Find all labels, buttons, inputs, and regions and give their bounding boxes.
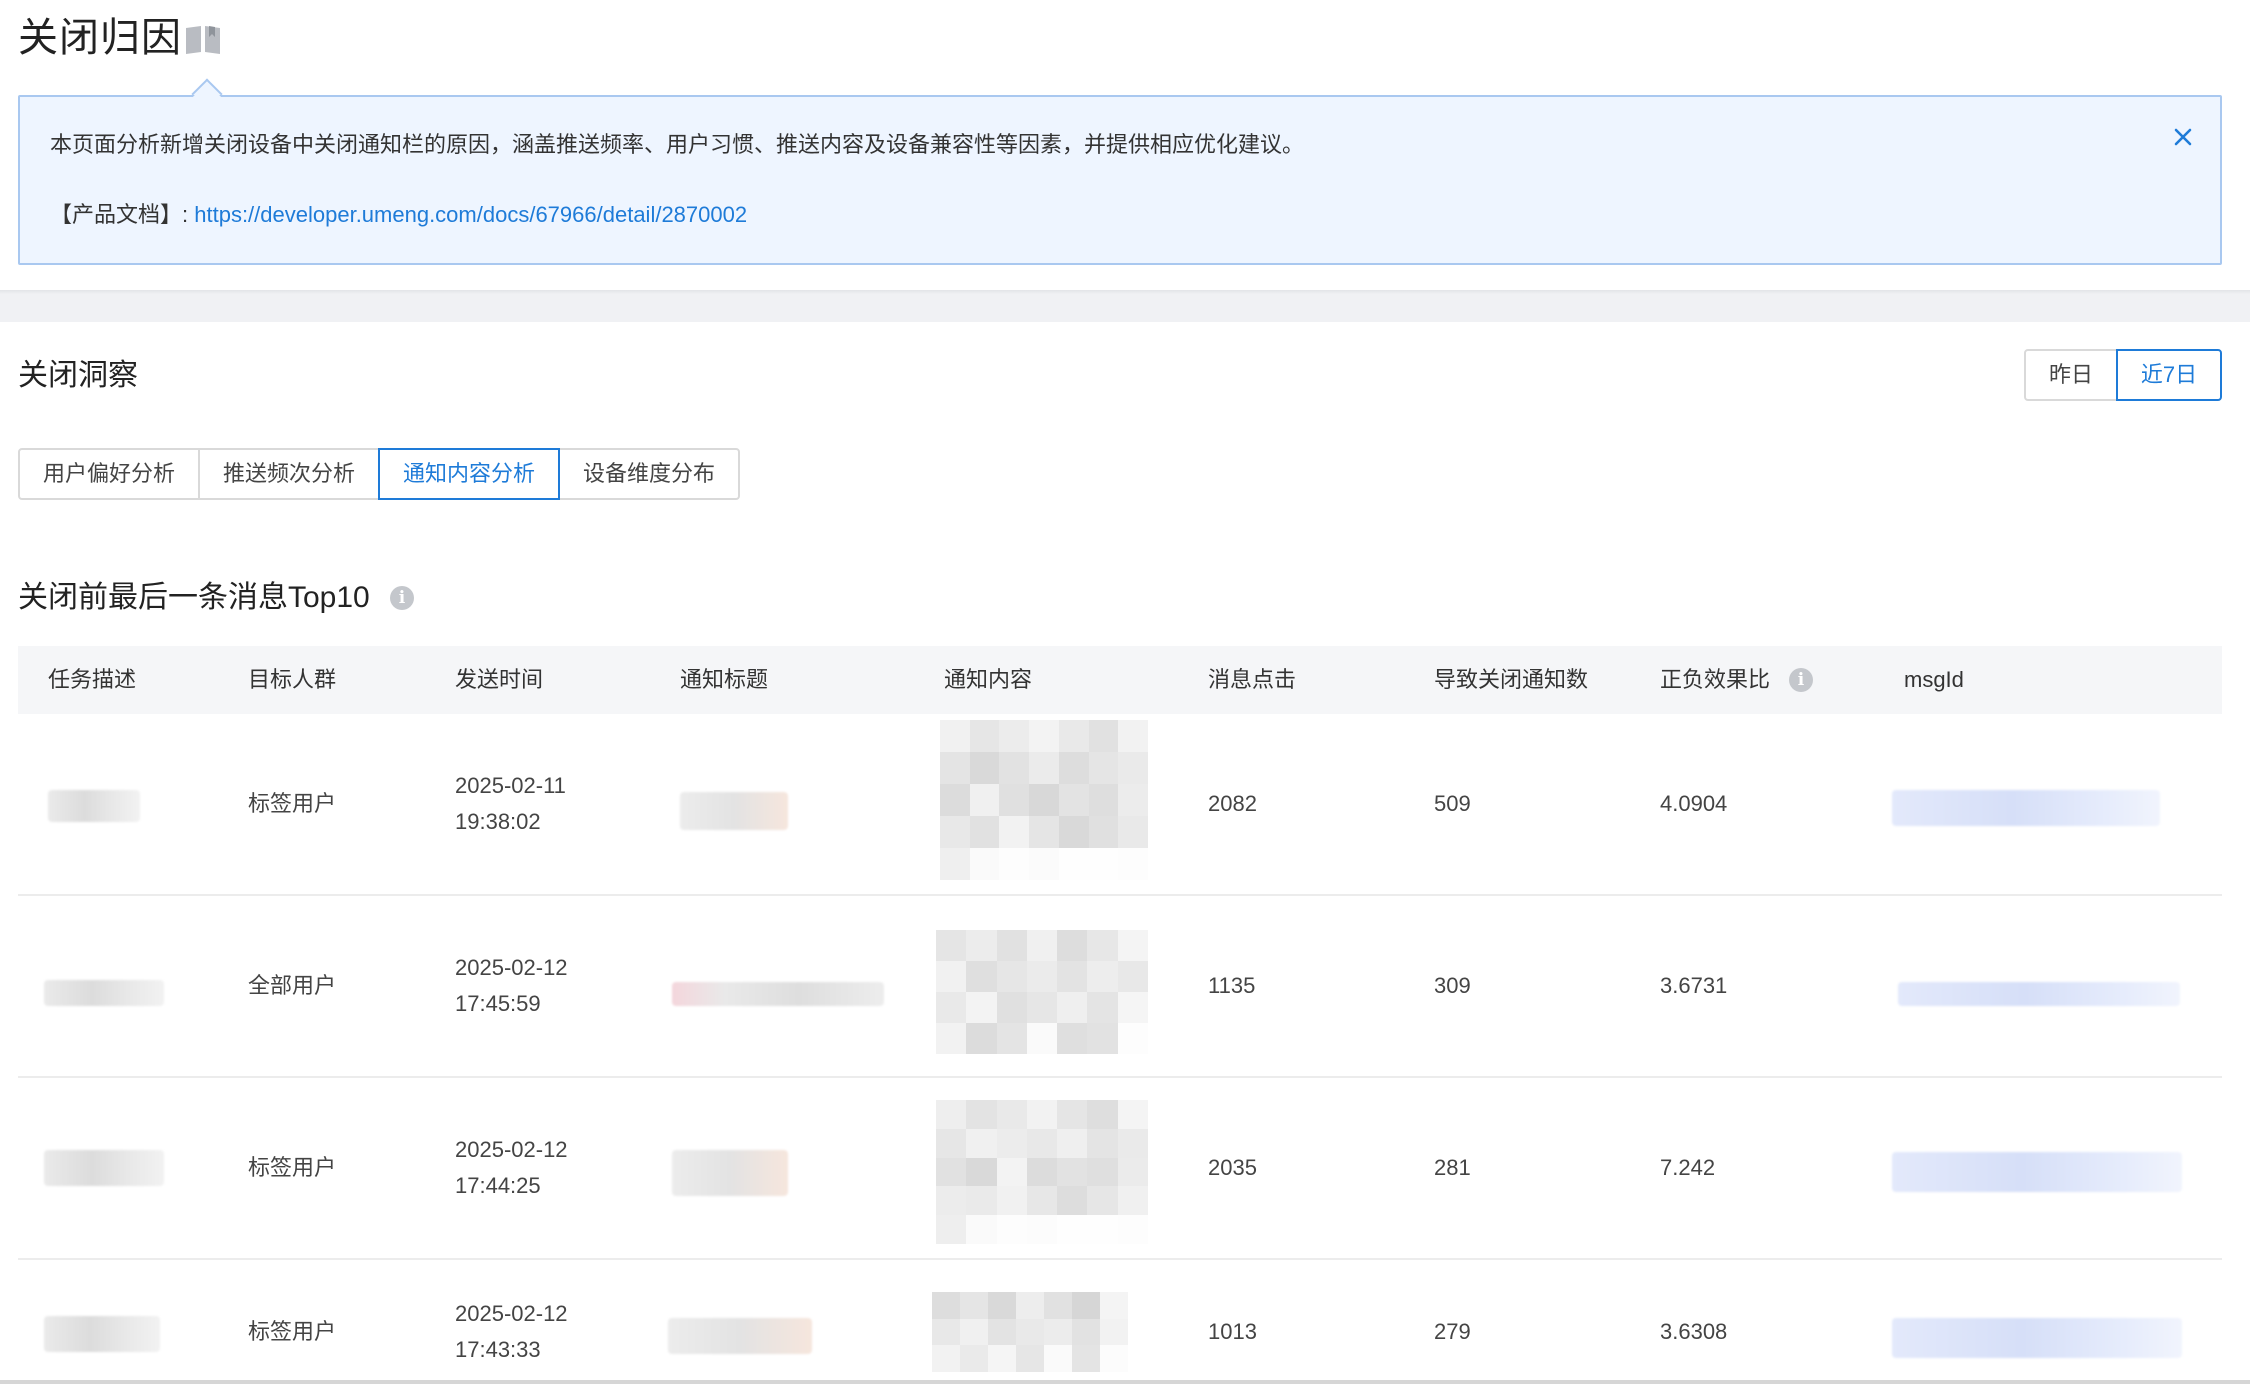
col-closes: 导致关闭通知数 — [1434, 667, 1589, 692]
tab-device-distribution[interactable]: 设备维度分布 — [558, 448, 741, 500]
task-desc-redacted — [44, 1150, 164, 1186]
audience-cell: 标签用户 — [248, 1319, 337, 1344]
ratio-cell: 7.242 — [1660, 1155, 1716, 1180]
ratio-info-icon[interactable]: i — [1789, 668, 1813, 692]
range-7days-button[interactable]: 近7日 — [2116, 349, 2222, 401]
tab-notification-content[interactable]: 通知内容分析 — [378, 448, 561, 500]
doc-label: 【产品文档】: — [50, 202, 189, 227]
notice-banner — [18, 95, 2222, 265]
doc-link[interactable]: https://developer.umeng.com/docs/67966/d… — [194, 202, 747, 227]
range-yesterday-button[interactable]: 昨日 — [2024, 349, 2118, 401]
closes-cell: 509 — [1434, 791, 1471, 816]
task-desc-redacted — [44, 980, 164, 1006]
analysis-tabs: 用户偏好分析 推送频次分析 通知内容分析 设备维度分布 — [18, 448, 741, 500]
section-title: 关闭洞察 — [18, 359, 138, 392]
clicks-cell: 1135 — [1208, 973, 1256, 998]
col-notif-content: 通知内容 — [944, 667, 1033, 692]
info-icon[interactable]: i — [390, 586, 414, 610]
msgid-link-redacted[interactable] — [1892, 1318, 2182, 1358]
col-msgid: msgId — [1904, 667, 1964, 692]
notif-title-redacted — [668, 1318, 812, 1354]
notice-doc-line: 【产品文档】: https://developer.umeng.com/docs… — [50, 200, 747, 230]
col-audience: 目标人群 — [248, 667, 337, 692]
msgid-link-redacted[interactable] — [1898, 982, 2180, 1006]
send-time-cell: 17:44:25 — [455, 1173, 541, 1198]
msgid-link-redacted[interactable] — [1892, 1152, 2182, 1192]
window-bottom-edge — [0, 1380, 2250, 1384]
table-header — [18, 646, 2222, 714]
col-ratio: 正负效果比 — [1660, 667, 1771, 692]
notif-content-redacted — [940, 720, 1148, 880]
send-date-cell: 2025-02-12 — [455, 955, 568, 980]
section-divider — [0, 292, 2250, 322]
col-notif-title: 通知标题 — [680, 667, 769, 692]
ratio-cell: 4.0904 — [1660, 791, 1728, 816]
date-range-toggle: 昨日 近7日 — [2024, 349, 2222, 401]
notif-title-redacted — [672, 1150, 788, 1196]
notice-description: 本页面分析新增关闭设备中关闭通知栏的原因，涵盖推送频率、用户习惯、推送内容及设备… — [50, 132, 1305, 157]
send-date-cell: 2025-02-12 — [455, 1137, 568, 1162]
page-title: 关闭归因 — [18, 16, 182, 60]
audience-cell: 标签用户 — [248, 1155, 337, 1180]
ratio-cell: 3.6308 — [1660, 1319, 1728, 1344]
send-time-cell: 17:45:59 — [455, 991, 541, 1016]
task-desc-redacted — [44, 1316, 160, 1352]
tab-push-frequency[interactable]: 推送频次分析 — [198, 448, 381, 500]
notif-title-redacted — [680, 792, 788, 830]
msgid-link-redacted[interactable] — [1892, 790, 2160, 826]
notif-title-redacted — [672, 982, 884, 1006]
send-time-cell: 17:43:33 — [455, 1337, 541, 1362]
table-title: 关闭前最后一条消息Top10 — [18, 581, 370, 614]
clicks-cell: 2082 — [1208, 791, 1257, 816]
send-time-cell: 19:38:02 — [455, 809, 541, 834]
audience-cell: 全部用户 — [248, 973, 337, 998]
closes-cell: 281 — [1434, 1155, 1471, 1180]
tab-user-preference[interactable]: 用户偏好分析 — [18, 448, 201, 500]
closes-cell: 309 — [1434, 973, 1471, 998]
book-icon[interactable] — [184, 22, 222, 56]
task-desc-redacted — [48, 790, 140, 822]
notif-content-redacted — [936, 1100, 1148, 1244]
clicks-cell: 2035 — [1208, 1155, 1257, 1180]
notif-content-redacted — [936, 930, 1148, 1054]
section-divider-shadow — [0, 290, 2250, 294]
col-send-time: 发送时间 — [455, 667, 544, 692]
col-task-desc: 任务描述 — [48, 667, 137, 692]
clicks-cell: 1013 — [1208, 1319, 1257, 1344]
ratio-cell: 3.6731 — [1660, 973, 1728, 998]
close-icon[interactable] — [2168, 122, 2198, 152]
col-clicks: 消息点击 — [1208, 667, 1297, 692]
closes-cell: 279 — [1434, 1319, 1471, 1344]
audience-cell: 标签用户 — [248, 791, 337, 816]
send-date-cell: 2025-02-12 — [455, 1301, 568, 1326]
send-date-cell: 2025-02-11 — [455, 773, 566, 798]
notif-content-redacted — [932, 1292, 1128, 1372]
